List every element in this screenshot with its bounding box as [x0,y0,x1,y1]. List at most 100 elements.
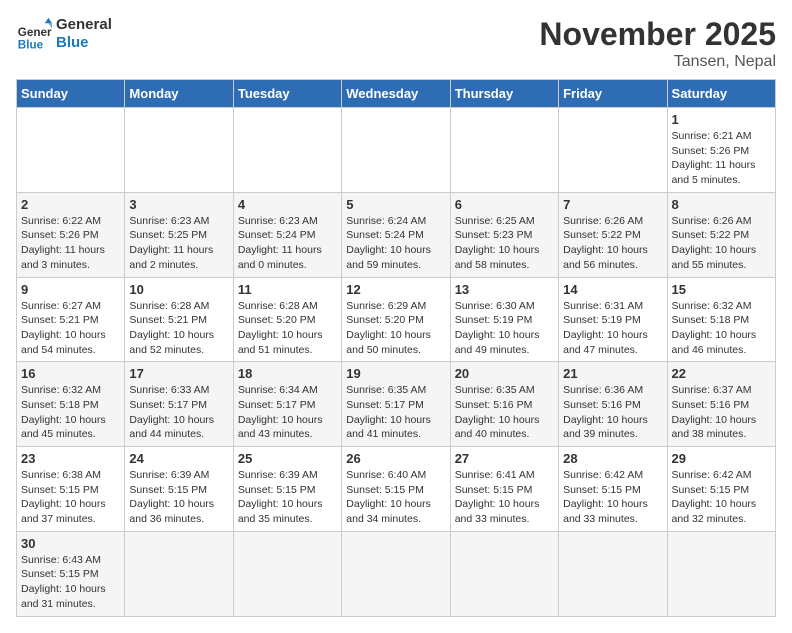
calendar-cell: 4 Sunrise: 6:23 AM Sunset: 5:24 PM Daylig… [233,192,341,277]
weekday-header-saturday: Saturday [667,80,775,108]
day-number: 7 [563,197,662,212]
week-row-6: 30 Sunrise: 6:43 AM Sunset: 5:15 PM Dayli… [17,531,776,616]
page-header: General Blue General Blue November 2025 … [16,16,776,71]
day-info: Sunrise: 6:40 AM Sunset: 5:15 PM Dayligh… [346,468,445,527]
calendar-cell: 18 Sunrise: 6:34 AM Sunset: 5:17 PM Dayli… [233,362,341,447]
month-title: November 2025 [539,16,776,53]
day-number: 22 [672,366,771,381]
location: Tansen, Nepal [539,53,776,71]
day-number: 24 [129,451,228,466]
day-number: 26 [346,451,445,466]
day-number: 8 [672,197,771,212]
weekday-header-monday: Monday [125,80,233,108]
weekday-header-tuesday: Tuesday [233,80,341,108]
logo-general: General [56,16,112,34]
calendar-cell: 14 Sunrise: 6:31 AM Sunset: 5:19 PM Dayli… [559,277,667,362]
calendar-cell: 9Sunrise: 6:27 AM Sunset: 5:21 PM Daylig… [17,277,125,362]
day-info: Sunrise: 6:23 AM Sunset: 5:24 PM Dayligh… [238,214,337,273]
day-number: 4 [238,197,337,212]
day-info: Sunrise: 6:23 AM Sunset: 5:25 PM Dayligh… [129,214,228,273]
calendar-cell: 21 Sunrise: 6:36 AM Sunset: 5:16 PM Dayli… [559,362,667,447]
calendar-cell [342,108,450,193]
day-info: Sunrise: 6:37 AM Sunset: 5:16 PM Dayligh… [672,383,771,442]
day-info: Sunrise: 6:39 AM Sunset: 5:15 PM Dayligh… [129,468,228,527]
day-info: Sunrise: 6:34 AM Sunset: 5:17 PM Dayligh… [238,383,337,442]
day-info: Sunrise: 6:33 AM Sunset: 5:17 PM Dayligh… [129,383,228,442]
calendar-cell: 17 Sunrise: 6:33 AM Sunset: 5:17 PM Dayli… [125,362,233,447]
day-info: Sunrise: 6:38 AM Sunset: 5:15 PM Dayligh… [21,468,120,527]
day-info: Sunrise: 6:21 AM Sunset: 5:26 PM Dayligh… [672,129,771,188]
day-number: 28 [563,451,662,466]
day-info: Sunrise: 6:43 AM Sunset: 5:15 PM Dayligh… [21,553,120,612]
calendar-cell [450,531,558,616]
day-number: 30 [21,536,120,551]
week-row-5: 23Sunrise: 6:38 AM Sunset: 5:15 PM Dayli… [17,447,776,532]
svg-text:General: General [18,26,52,39]
day-info: Sunrise: 6:31 AM Sunset: 5:19 PM Dayligh… [563,299,662,358]
calendar-table: SundayMondayTuesdayWednesdayThursdayFrid… [16,79,776,617]
calendar-cell: 28Sunrise: 6:42 AM Sunset: 5:15 PM Dayli… [559,447,667,532]
day-info: Sunrise: 6:35 AM Sunset: 5:16 PM Dayligh… [455,383,554,442]
day-info: Sunrise: 6:39 AM Sunset: 5:15 PM Dayligh… [238,468,337,527]
calendar-cell: 6Sunrise: 6:25 AM Sunset: 5:23 PM Daylig… [450,192,558,277]
day-number: 1 [672,112,771,127]
calendar-cell [450,108,558,193]
day-number: 21 [563,366,662,381]
calendar-cell [233,531,341,616]
weekday-header-row: SundayMondayTuesdayWednesdayThursdayFrid… [17,80,776,108]
week-row-1: 1 Sunrise: 6:21 AM Sunset: 5:26 PM Daylig… [17,108,776,193]
calendar-cell: 7 Sunrise: 6:26 AM Sunset: 5:22 PM Daylig… [559,192,667,277]
day-info: Sunrise: 6:28 AM Sunset: 5:21 PM Dayligh… [129,299,228,358]
calendar-cell: 10Sunrise: 6:28 AM Sunset: 5:21 PM Dayli… [125,277,233,362]
day-number: 16 [21,366,120,381]
calendar-cell [125,531,233,616]
week-row-2: 2Sunrise: 6:22 AM Sunset: 5:26 PM Daylig… [17,192,776,277]
day-number: 14 [563,282,662,297]
calendar-cell: 13Sunrise: 6:30 AM Sunset: 5:19 PM Dayli… [450,277,558,362]
svg-text:Blue: Blue [18,38,44,51]
day-info: Sunrise: 6:28 AM Sunset: 5:20 PM Dayligh… [238,299,337,358]
calendar-cell: 5Sunrise: 6:24 AM Sunset: 5:24 PM Daylig… [342,192,450,277]
day-info: Sunrise: 6:32 AM Sunset: 5:18 PM Dayligh… [672,299,771,358]
day-info: Sunrise: 6:41 AM Sunset: 5:15 PM Dayligh… [455,468,554,527]
weekday-header-wednesday: Wednesday [342,80,450,108]
day-number: 19 [346,366,445,381]
day-number: 29 [672,451,771,466]
day-number: 27 [455,451,554,466]
calendar-cell: 20 Sunrise: 6:35 AM Sunset: 5:16 PM Dayli… [450,362,558,447]
calendar-cell [17,108,125,193]
calendar-cell: 3Sunrise: 6:23 AM Sunset: 5:25 PM Daylig… [125,192,233,277]
calendar-cell: 23Sunrise: 6:38 AM Sunset: 5:15 PM Dayli… [17,447,125,532]
day-number: 20 [455,366,554,381]
title-block: November 2025 Tansen, Nepal [539,16,776,71]
calendar-cell: 19Sunrise: 6:35 AM Sunset: 5:17 PM Dayli… [342,362,450,447]
week-row-4: 16Sunrise: 6:32 AM Sunset: 5:18 PM Dayli… [17,362,776,447]
calendar-cell [559,108,667,193]
calendar-cell: 16Sunrise: 6:32 AM Sunset: 5:18 PM Dayli… [17,362,125,447]
day-number: 12 [346,282,445,297]
day-number: 18 [238,366,337,381]
day-number: 15 [672,282,771,297]
day-info: Sunrise: 6:36 AM Sunset: 5:16 PM Dayligh… [563,383,662,442]
calendar-cell [125,108,233,193]
weekday-header-sunday: Sunday [17,80,125,108]
calendar-cell: 11 Sunrise: 6:28 AM Sunset: 5:20 PM Dayli… [233,277,341,362]
logo-icon: General Blue [16,16,52,52]
calendar-cell: 25 Sunrise: 6:39 AM Sunset: 5:15 PM Dayli… [233,447,341,532]
day-number: 25 [238,451,337,466]
day-number: 11 [238,282,337,297]
day-number: 5 [346,197,445,212]
logo: General Blue General Blue [16,16,112,52]
week-row-3: 9Sunrise: 6:27 AM Sunset: 5:21 PM Daylig… [17,277,776,362]
day-info: Sunrise: 6:26 AM Sunset: 5:22 PM Dayligh… [672,214,771,273]
calendar-cell: 24 Sunrise: 6:39 AM Sunset: 5:15 PM Dayli… [125,447,233,532]
day-info: Sunrise: 6:22 AM Sunset: 5:26 PM Dayligh… [21,214,120,273]
weekday-header-thursday: Thursday [450,80,558,108]
calendar-cell [559,531,667,616]
day-info: Sunrise: 6:30 AM Sunset: 5:19 PM Dayligh… [455,299,554,358]
day-number: 6 [455,197,554,212]
calendar-cell [667,531,775,616]
calendar-cell [233,108,341,193]
day-info: Sunrise: 6:26 AM Sunset: 5:22 PM Dayligh… [563,214,662,273]
day-number: 17 [129,366,228,381]
